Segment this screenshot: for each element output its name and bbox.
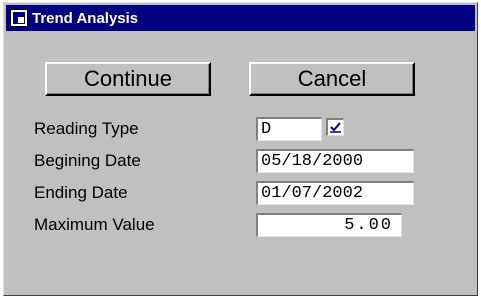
ending-date-label: Ending Date <box>34 183 128 202</box>
ending-date-field[interactable]: 01/07/2002 <box>256 181 414 205</box>
title-bar[interactable]: Trend Analysis <box>6 5 475 31</box>
maximum-value-label: Maximum Value <box>34 215 155 234</box>
trend-analysis-window: Trend Analysis Continue Cancel Reading T… <box>3 2 478 296</box>
app-icon <box>10 9 28 27</box>
window-title: Trend Analysis <box>32 9 139 27</box>
reading-type-field[interactable]: D <box>256 117 322 141</box>
continue-button[interactable]: Continue <box>45 62 211 96</box>
check-icon <box>329 121 341 133</box>
maximum-value-field[interactable]: 5.00 <box>256 213 402 237</box>
begining-date-label: Begining Date <box>34 151 141 170</box>
begining-date-field[interactable]: 05/18/2000 <box>256 149 414 173</box>
reading-type-label: Reading Type <box>34 119 139 138</box>
reading-type-checkbox[interactable] <box>326 118 344 136</box>
cancel-button[interactable]: Cancel <box>249 62 415 96</box>
